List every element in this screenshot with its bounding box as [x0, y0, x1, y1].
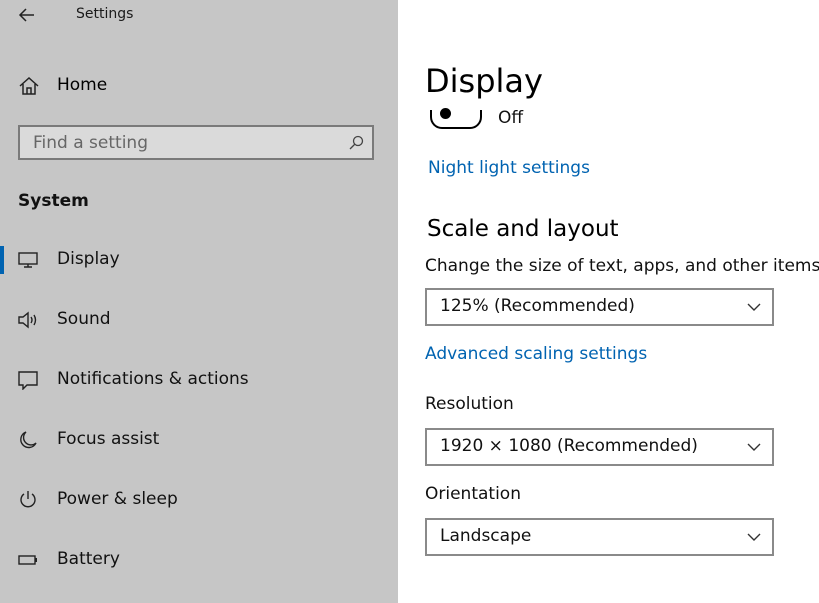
sidebar-item-power-sleep[interactable]: Power & sleep — [0, 480, 398, 520]
night-light-toggle[interactable] — [430, 108, 482, 129]
main-content: Display Off Night light settings Scale a… — [398, 0, 819, 603]
chevron-down-icon — [747, 533, 761, 541]
moon-icon — [20, 431, 37, 449]
advanced-scaling-link[interactable]: Advanced scaling settings — [425, 344, 647, 364]
search-input[interactable] — [33, 127, 333, 158]
sidebar-item-notifications[interactable]: Notifications & actions — [0, 360, 398, 400]
resolution-label: Resolution — [425, 394, 514, 414]
night-light-state: Off — [498, 108, 524, 128]
sidebar: Settings Home System Display Sound — [0, 0, 398, 603]
power-icon — [20, 491, 36, 508]
scale-layout-heading: Scale and layout — [427, 216, 619, 242]
scale-dropdown[interactable]: 125% (Recommended) — [425, 288, 774, 326]
sidebar-item-sound[interactable]: Sound — [0, 300, 398, 340]
home-label: Home — [57, 75, 108, 95]
resolution-dropdown[interactable]: 1920 × 1080 (Recommended) — [425, 428, 774, 466]
home-icon — [19, 76, 39, 95]
scale-description: Change the size of text, apps, and other… — [425, 256, 819, 276]
search-box[interactable] — [18, 125, 374, 160]
battery-icon — [18, 555, 37, 565]
sidebar-item-label: Notifications & actions — [57, 369, 249, 389]
toggle-knob — [440, 108, 451, 119]
monitor-icon — [18, 252, 38, 268]
chevron-down-icon — [747, 443, 761, 451]
orientation-value: Landscape — [440, 526, 532, 546]
notification-icon — [18, 371, 38, 390]
back-arrow-icon — [18, 8, 34, 22]
title-bar: Settings — [0, 0, 398, 32]
app-title: Settings — [76, 6, 134, 22]
resolution-value: 1920 × 1080 (Recommended) — [440, 436, 698, 456]
sidebar-item-label: Sound — [57, 309, 111, 329]
speaker-icon — [18, 311, 37, 329]
sidebar-item-label: Focus assist — [57, 429, 160, 449]
orientation-label: Orientation — [425, 484, 521, 504]
sidebar-item-battery[interactable]: Battery — [0, 540, 398, 580]
chevron-down-icon — [747, 303, 761, 311]
sidebar-item-label: Power & sleep — [57, 489, 178, 509]
orientation-dropdown[interactable]: Landscape — [425, 518, 774, 556]
sidebar-item-label: Battery — [57, 549, 120, 569]
back-button[interactable] — [14, 3, 40, 27]
sidebar-item-display[interactable]: Display — [0, 240, 398, 280]
section-label: System — [18, 191, 89, 211]
scale-value: 125% (Recommended) — [440, 296, 635, 316]
home-nav-item[interactable]: Home — [16, 72, 376, 100]
night-light-settings-link[interactable]: Night light settings — [428, 158, 590, 178]
page-title: Display — [425, 62, 543, 100]
sidebar-item-focus-assist[interactable]: Focus assist — [0, 420, 398, 460]
sidebar-item-label: Display — [57, 249, 120, 269]
search-icon[interactable] — [348, 135, 364, 151]
